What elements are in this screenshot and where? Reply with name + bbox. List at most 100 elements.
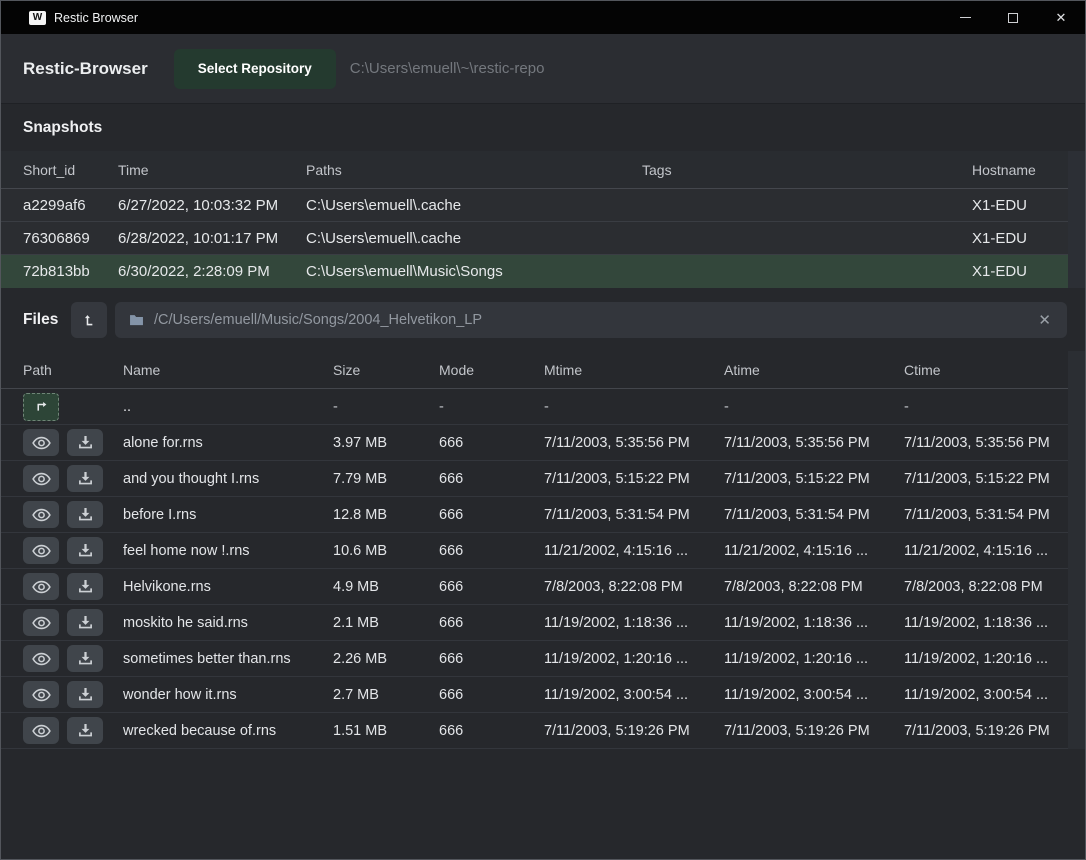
download-icon — [78, 687, 93, 702]
file-name[interactable]: alone for.rns — [123, 435, 333, 451]
download-file-button[interactable] — [67, 609, 103, 636]
file-row: wrecked because of.rns 1.51 MB 666 7/11/… — [1, 713, 1068, 749]
snapshots-col-tags[interactable]: Tags — [642, 162, 972, 178]
download-file-button[interactable] — [67, 501, 103, 528]
app-window: W Restic Browser ✕ Restic-Browser Select… — [0, 0, 1086, 860]
files-path-input[interactable]: /C/Users/emuell/Music/Songs/2004_Helveti… — [115, 302, 1067, 338]
file-size: 12.8 MB — [333, 507, 439, 523]
snapshot-row[interactable]: a2299af6 6/27/2022, 10:03:32 PM C:\Users… — [1, 189, 1068, 222]
file-name[interactable]: wonder how it.rns — [123, 687, 333, 703]
file-atime: 11/19/2002, 3:00:54 ... — [724, 687, 904, 703]
download-icon — [78, 615, 93, 630]
snapshot-short-id: 76306869 — [23, 230, 118, 247]
download-file-button[interactable] — [67, 429, 103, 456]
files-col-ctime[interactable]: Ctime — [904, 362, 1068, 378]
download-icon — [78, 435, 93, 450]
preview-file-button[interactable] — [23, 573, 59, 600]
snapshots-col-hostname[interactable]: Hostname — [972, 162, 1068, 178]
file-mode: - — [439, 399, 544, 415]
file-size: 7.79 MB — [333, 471, 439, 487]
download-file-button[interactable] — [67, 681, 103, 708]
file-name[interactable]: and you thought I.rns — [123, 471, 333, 487]
snapshots-table: Short_id Time Paths Tags Hostname a2299a… — [1, 151, 1085, 288]
download-file-button[interactable] — [67, 717, 103, 744]
file-mtime: 7/8/2003, 8:22:08 PM — [544, 579, 724, 595]
file-size: - — [333, 399, 439, 415]
scrollbar-track[interactable] — [1068, 151, 1085, 288]
preview-file-button[interactable] — [23, 501, 59, 528]
file-mtime: 7/11/2003, 5:19:26 PM — [544, 723, 724, 739]
clear-path-button[interactable]: ✕ — [1036, 311, 1053, 330]
scrollbar-track[interactable] — [1068, 351, 1085, 749]
files-col-mtime[interactable]: Mtime — [544, 362, 724, 378]
snapshots-col-time[interactable]: Time — [118, 162, 306, 178]
preview-file-button[interactable] — [23, 429, 59, 456]
app-title: Restic-Browser — [23, 59, 148, 79]
file-mode: 666 — [439, 615, 544, 631]
files-col-name[interactable]: Name — [123, 362, 333, 378]
file-name[interactable]: before I.rns — [123, 507, 333, 523]
eye-icon — [32, 472, 51, 486]
file-size: 1.51 MB — [333, 723, 439, 739]
preview-file-button[interactable] — [23, 537, 59, 564]
download-file-button[interactable] — [67, 573, 103, 600]
eye-icon — [32, 508, 51, 522]
clear-icon: ✕ — [1038, 312, 1051, 329]
maximize-button[interactable] — [989, 1, 1037, 34]
select-repository-button[interactable]: Select Repository — [174, 49, 336, 89]
snapshot-row[interactable]: 76306869 6/28/2022, 10:01:17 PM C:\Users… — [1, 222, 1068, 255]
preview-file-button[interactable] — [23, 609, 59, 636]
file-size: 2.1 MB — [333, 615, 439, 631]
file-atime: 11/19/2002, 1:20:16 ... — [724, 651, 904, 667]
file-mtime: 7/11/2003, 5:35:56 PM — [544, 435, 724, 451]
snapshot-short-id: 72b813bb — [23, 263, 118, 280]
file-name[interactable]: wrecked because of.rns — [123, 723, 333, 739]
download-file-button[interactable] — [67, 465, 103, 492]
close-button[interactable]: ✕ — [1037, 1, 1085, 34]
file-row: and you thought I.rns 7.79 MB 666 7/11/2… — [1, 461, 1068, 497]
preview-file-button[interactable] — [23, 465, 59, 492]
goto-root-button[interactable] — [71, 302, 107, 338]
files-col-size[interactable]: Size — [333, 362, 439, 378]
minimize-button[interactable] — [941, 1, 989, 34]
file-name[interactable]: moskito he said.rns — [123, 615, 333, 631]
file-mode: 666 — [439, 723, 544, 739]
files-section-title: Files — [23, 311, 63, 329]
snapshots-section-title: Snapshots — [1, 104, 1085, 151]
preview-file-button[interactable] — [23, 717, 59, 744]
file-row: alone for.rns 3.97 MB 666 7/11/2003, 5:3… — [1, 425, 1068, 461]
file-name[interactable]: .. — [123, 399, 333, 415]
files-col-path[interactable]: Path — [23, 362, 123, 378]
files-col-mode[interactable]: Mode — [439, 362, 544, 378]
files-col-atime[interactable]: Atime — [724, 362, 904, 378]
wails-logo-icon: W — [29, 11, 46, 25]
preview-file-button[interactable] — [23, 645, 59, 672]
file-name[interactable]: sometimes better than.rns — [123, 651, 333, 667]
snapshot-row-selected[interactable]: 72b813bb 6/30/2022, 2:28:09 PM C:\Users\… — [1, 255, 1068, 288]
snapshots-col-short-id[interactable]: Short_id — [23, 162, 118, 178]
titlebar[interactable]: W Restic Browser ✕ — [1, 1, 1085, 34]
download-file-button[interactable] — [67, 537, 103, 564]
file-ctime: 11/21/2002, 4:15:16 ... — [904, 543, 1068, 559]
file-row: moskito he said.rns 2.1 MB 666 11/19/200… — [1, 605, 1068, 641]
preview-file-button[interactable] — [23, 681, 59, 708]
download-icon — [78, 651, 93, 666]
file-name[interactable]: feel home now !.rns — [123, 543, 333, 559]
file-name[interactable]: Helvikone.rns — [123, 579, 333, 595]
snapshots-col-paths[interactable]: Paths — [306, 162, 642, 178]
window-controls: ✕ — [941, 1, 1085, 34]
download-icon — [78, 723, 93, 738]
file-ctime: 11/19/2002, 1:18:36 ... — [904, 615, 1068, 631]
download-icon — [78, 579, 93, 594]
maximize-icon — [1008, 13, 1018, 23]
file-ctime: 11/19/2002, 3:00:54 ... — [904, 687, 1068, 703]
file-mtime: 11/19/2002, 1:18:36 ... — [544, 615, 724, 631]
up-dir-button[interactable] — [23, 393, 59, 421]
download-file-button[interactable] — [67, 645, 103, 672]
download-icon — [78, 543, 93, 558]
file-size: 2.7 MB — [333, 687, 439, 703]
close-icon: ✕ — [1056, 11, 1067, 24]
file-row: feel home now !.rns 10.6 MB 666 11/21/20… — [1, 533, 1068, 569]
file-atime: 7/11/2003, 5:31:54 PM — [724, 507, 904, 523]
folder-icon — [129, 314, 144, 326]
